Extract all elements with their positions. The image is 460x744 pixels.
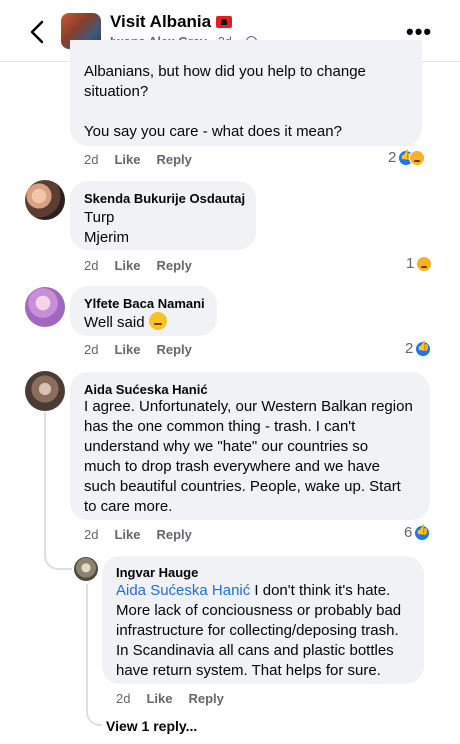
reply-button[interactable]: Reply	[156, 342, 191, 357]
page-title[interactable]: Visit Albania	[110, 12, 233, 32]
sad-reaction-icon	[416, 255, 433, 272]
commenter-name[interactable]: Skenda Bukurije Osdautaj	[84, 191, 245, 206]
comment-time: 2d	[116, 691, 131, 706]
avatar[interactable]	[74, 557, 98, 581]
reaction-count: 2	[388, 149, 397, 166]
comment-text: Well said	[84, 314, 145, 331]
avatar[interactable]	[25, 180, 65, 220]
comment-actions: 2d Like Reply	[84, 527, 208, 542]
comment-actions: 2d Like Reply	[84, 342, 208, 357]
reply-actions: 2d Like Reply	[116, 691, 240, 706]
comment-text-line: I agree. Unfortunately, our Western Balk…	[84, 398, 413, 415]
like-reaction-icon	[415, 340, 432, 357]
comment-text-line: have return system. That helps for sure.	[116, 662, 381, 679]
comment-text-line: infrastructure for collecting/deposing t…	[116, 622, 399, 639]
comment-actions: 2d Like Reply	[84, 258, 208, 273]
page-name[interactable]: Visit Albania	[110, 12, 211, 31]
reaction-count: 6	[404, 524, 413, 541]
comment-text-line: such beautiful countries. People, wake u…	[84, 478, 401, 495]
comment-text-line: to care more.	[84, 498, 173, 515]
commenter-name[interactable]: Aida Sućeska Hanić	[84, 382, 208, 397]
comment-actions: 2d Like Reply	[84, 152, 208, 167]
like-button[interactable]: Like	[114, 527, 140, 542]
comment-bubble: Ylfete Baca Namani Well said	[70, 286, 217, 336]
comment-bubble: Skenda Bukurije Osdautaj Turp Mjerim	[70, 181, 256, 250]
reply-button[interactable]: Reply	[188, 691, 223, 706]
reply-button[interactable]: Reply	[156, 258, 191, 273]
comment-text-line: has the one common thing - trash. I can'…	[84, 418, 356, 435]
comment-text-line: understand why we "hate" our countries s…	[84, 438, 369, 455]
comment-bubble: Albanians, but how did you help to chang…	[70, 40, 422, 146]
reaction-summary[interactable]: 2	[388, 149, 426, 166]
sad-reaction-icon	[409, 149, 426, 166]
comment-text-line: Albanians, but how did you help to chang…	[84, 63, 366, 80]
reply-bubble: Ingvar Hauge Aida Sućeska Hanić I don't …	[102, 556, 424, 684]
comment-text-line: More lack of conciousness or probably ba…	[116, 602, 402, 619]
like-button[interactable]: Like	[114, 152, 140, 167]
reply-button[interactable]: Reply	[156, 152, 191, 167]
commenter-name[interactable]: Ingvar Hauge	[116, 565, 198, 580]
commenter-name[interactable]: Ylfete Baca Namani	[84, 296, 205, 311]
comment-time: 2d	[84, 342, 99, 357]
albania-flag-icon	[216, 16, 233, 28]
reply-text-first: I don't think it's hate.	[250, 582, 391, 599]
reaction-summary[interactable]: 1	[406, 255, 433, 272]
comment-text-line: much to drop trash everywhere and we hav…	[84, 458, 380, 475]
more-options-button[interactable]: •••	[406, 21, 432, 43]
avatar[interactable]	[25, 287, 65, 327]
thread-connector	[86, 706, 102, 726]
reaction-count: 2	[405, 340, 414, 357]
reaction-count: 1	[406, 255, 415, 272]
comment-text-line: situation?	[84, 83, 149, 100]
thread-line	[86, 584, 88, 708]
comment-text-line: In Scandinavia all cans and plastic bott…	[116, 642, 394, 659]
avatar[interactable]	[25, 371, 65, 411]
chevron-left-icon[interactable]	[26, 18, 50, 46]
comment-text-line: Turp	[84, 209, 115, 226]
reaction-summary[interactable]: 2	[405, 340, 432, 357]
view-replies-link[interactable]: View 1 reply...	[106, 718, 197, 734]
thread-line	[44, 412, 46, 550]
comment-text-line: Mjerim	[84, 229, 129, 246]
comment-bubble: Aida Sućeska Hanić I agree. Unfortunatel…	[70, 372, 430, 520]
like-button[interactable]: Like	[146, 691, 172, 706]
comment-time: 2d	[84, 527, 99, 542]
comment-time: 2d	[84, 152, 99, 167]
comment-time: 2d	[84, 258, 99, 273]
mention-link[interactable]: Aida Sućeska Hanić	[116, 582, 250, 599]
reply-button[interactable]: Reply	[156, 527, 191, 542]
thread-connector	[44, 548, 72, 570]
reaction-summary[interactable]: 6	[404, 524, 431, 541]
like-button[interactable]: Like	[114, 342, 140, 357]
frowning-face-icon	[148, 312, 167, 330]
like-reaction-icon	[414, 524, 431, 541]
like-button[interactable]: Like	[114, 258, 140, 273]
comment-text-line: You say you care - what does it mean?	[84, 123, 342, 140]
